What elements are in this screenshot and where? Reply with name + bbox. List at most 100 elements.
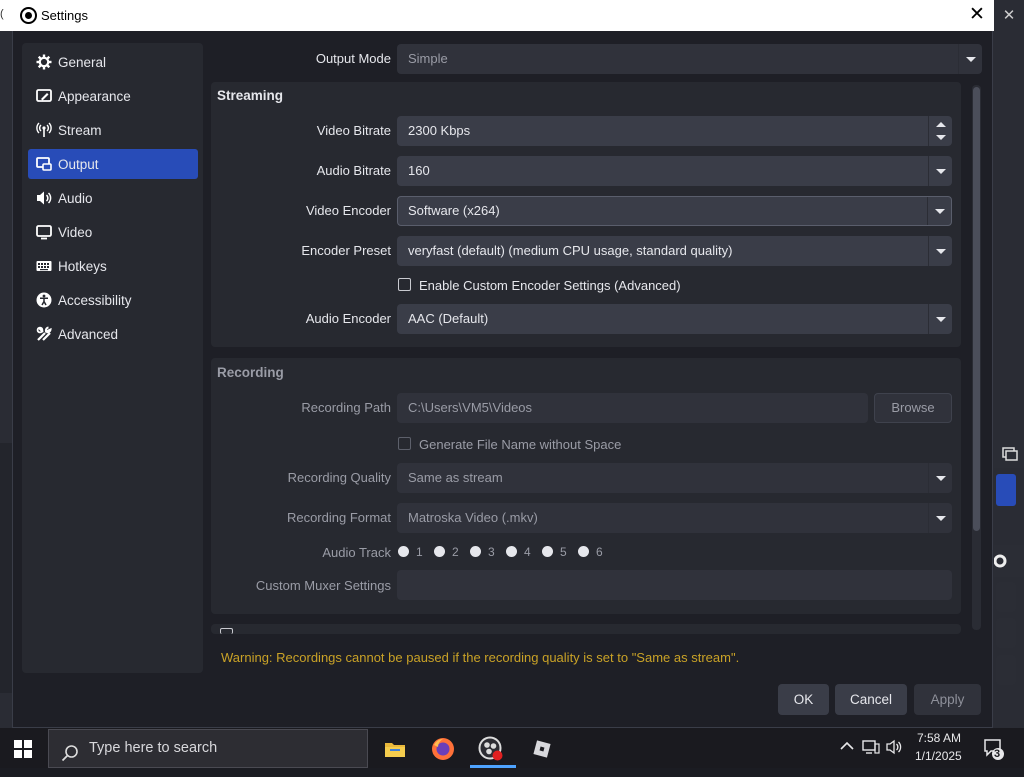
taskbar-search-box[interactable]: Type here to search [48, 729, 368, 768]
background-close-icon: ✕ [994, 0, 1024, 31]
chevron-down-icon [928, 156, 952, 186]
custom-muxer-label: Custom Muxer Settings [255, 578, 391, 593]
encoder-preset-select[interactable]: veryfast (default) (medium CPU usage, st… [397, 236, 952, 266]
audio-encoder-value: AAC (Default) [408, 311, 489, 326]
encoder-preset-value: veryfast (default) (medium CPU usage, st… [408, 243, 733, 258]
background-app-button [996, 618, 1016, 648]
background-window-edge: ( [0, 8, 4, 20]
video-encoder-value: Software (x264) [408, 203, 500, 218]
audio-track-label-3: 3 [488, 545, 495, 559]
chevron-down-icon [928, 463, 952, 493]
content-scrollbar[interactable] [972, 85, 981, 630]
search-placeholder: Type here to search [89, 740, 218, 756]
sidebar-item-audio[interactable]: Audio [28, 183, 198, 213]
sidebar-item-video[interactable]: Video [28, 217, 198, 247]
video-encoder-select[interactable]: Software (x264) [397, 196, 952, 226]
custom-muxer-input[interactable] [397, 570, 952, 600]
next-group-partial [211, 624, 961, 634]
volume-icon[interactable] [886, 739, 904, 758]
audio-track-radio-2[interactable] [434, 546, 445, 557]
clock-date[interactable]: 1/1/2025 [915, 749, 962, 763]
output-mode-label: Output Mode [315, 51, 391, 66]
background-app-button [996, 655, 1016, 685]
video-bitrate-value: 2300 Kbps [408, 123, 471, 138]
clock-time[interactable]: 7:58 AM [917, 731, 961, 745]
sidebar-item-label: Video [58, 224, 93, 240]
network-icon[interactable] [862, 739, 880, 758]
recording-path-label: Recording Path [301, 400, 391, 415]
custom-encoder-settings-checkbox[interactable] [398, 278, 411, 291]
audio-track-label-6: 6 [596, 545, 603, 559]
audio-encoder-select[interactable]: AAC (Default) [397, 304, 952, 334]
audio-track-radio-3[interactable] [470, 546, 481, 557]
sidebar-item-label: Output [58, 156, 99, 172]
no-space-filename-checkbox[interactable] [398, 437, 411, 450]
video-bitrate-spinbox[interactable]: 2300 Kbps [397, 116, 952, 146]
recording-format-value: Matroska Video (.mkv) [408, 510, 538, 525]
obs-icon[interactable] [470, 732, 512, 766]
output-mode-value: Simple [408, 51, 448, 66]
sidebar-item-stream[interactable]: Stream [28, 115, 198, 145]
show-hidden-icons-icon[interactable] [840, 739, 854, 756]
broadcast-icon [36, 122, 52, 138]
chevron-down-icon [958, 44, 982, 74]
browse-button[interactable]: Browse [874, 393, 952, 423]
next-section-checkbox[interactable] [220, 628, 233, 634]
audio-track-label-2: 2 [452, 545, 459, 559]
chevron-down-icon [928, 236, 952, 266]
gear-icon [993, 554, 1007, 568]
spin-arrows-icon[interactable] [928, 116, 952, 146]
sidebar-item-advanced[interactable]: Advanced [28, 319, 198, 349]
audio-track-label: Audio Track [322, 545, 391, 560]
sidebar-item-label: Advanced [58, 326, 119, 342]
firefox-icon[interactable] [422, 732, 464, 766]
recording-format-select[interactable]: Matroska Video (.mkv) [397, 503, 952, 533]
chevron-down-icon [927, 197, 951, 225]
audio-track-radio-5[interactable] [542, 546, 553, 557]
recording-quality-select[interactable]: Same as stream [397, 463, 952, 493]
roblox-icon[interactable] [521, 732, 563, 766]
windows-start-icon[interactable] [14, 740, 32, 761]
encoder-preset-label: Encoder Preset [301, 243, 391, 258]
title-bar: ( Settings ✕ ✕ [0, 0, 1024, 31]
no-space-filename-label[interactable]: Generate File Name without Space [419, 437, 621, 452]
sidebar-item-general[interactable]: General [28, 47, 198, 77]
scrollbar-thumb[interactable] [973, 87, 980, 531]
audio-track-radio-1[interactable] [398, 546, 409, 557]
search-icon [61, 740, 79, 777]
cancel-button[interactable]: Cancel [835, 684, 907, 715]
audio-track-label-1: 1 [416, 545, 423, 559]
keyboard-icon [36, 258, 52, 274]
audio-bitrate-select[interactable]: 160 [397, 156, 952, 186]
gear-icon [36, 54, 52, 70]
chevron-down-icon [928, 304, 952, 334]
output-icon [36, 156, 52, 172]
sidebar-item-accessibility[interactable]: Accessibility [28, 285, 198, 315]
warning-message: Warning: Recordings cannot be paused if … [221, 650, 740, 665]
recording-path-input[interactable]: C:\Users\VM5\Videos [397, 393, 868, 423]
output-mode-select[interactable]: Simple [397, 44, 982, 74]
apply-button[interactable]: Apply [914, 684, 981, 715]
close-icon[interactable]: ✕ [965, 4, 989, 26]
audio-track-radio-6[interactable] [578, 546, 589, 557]
notification-count: 3 [994, 748, 1001, 760]
background-app-button [996, 582, 1016, 612]
sidebar-item-hotkeys[interactable]: Hotkeys [28, 251, 198, 281]
recording-quality-label: Recording Quality [287, 470, 391, 485]
file-explorer-icon[interactable] [374, 732, 416, 766]
recording-path-value: C:\Users\VM5\Videos [408, 400, 533, 415]
audio-track-radio-4[interactable] [506, 546, 517, 557]
paintbrush-icon [36, 88, 52, 104]
custom-encoder-settings-label[interactable]: Enable Custom Encoder Settings (Advanced… [419, 278, 681, 293]
video-bitrate-label: Video Bitrate [316, 123, 391, 138]
sidebar-item-label: Stream [58, 122, 102, 138]
audio-track-label-4: 4 [524, 545, 531, 559]
background-app-panel [0, 443, 12, 693]
sidebar-item-appearance[interactable]: Appearance [28, 81, 198, 111]
audio-track-label-5: 5 [560, 545, 567, 559]
sidebar-item-output[interactable]: Output [28, 149, 198, 179]
recording-group-title: Recording [217, 365, 284, 380]
ok-button[interactable]: OK [778, 684, 829, 715]
monitor-icon [36, 224, 52, 240]
sidebar-item-label: Hotkeys [58, 258, 107, 274]
